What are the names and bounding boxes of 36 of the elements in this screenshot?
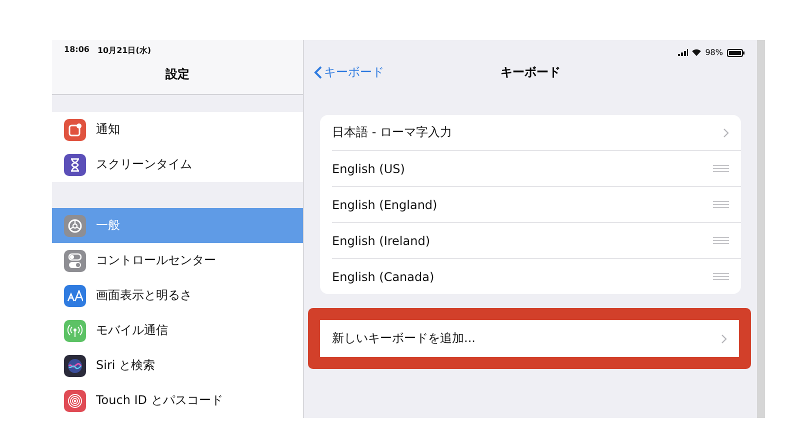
settings-item-label: Touch ID とパスコード — [96, 392, 223, 409]
keyboard-row[interactable]: English (Canada) — [332, 259, 741, 294]
keyboard-label: English (Ireland) — [332, 234, 432, 248]
settings-item-label: 画面表示と明るさ — [96, 286, 192, 304]
reorder-icon[interactable] — [713, 165, 729, 172]
settings-item-label: 一般 — [96, 217, 120, 234]
keyboard-label: English (England) — [332, 198, 438, 212]
status-date: 10月21日(水) — [97, 45, 152, 57]
keyboard-row[interactable]: English (US) — [332, 151, 741, 187]
add-keyboard-row[interactable]: 新しいキーボードを追加... — [320, 320, 739, 357]
sidebar-title: 設定 — [166, 66, 190, 83]
settings-item-label: コントロールセンター — [96, 252, 216, 268]
back-button[interactable]: キーボード — [314, 64, 384, 81]
status-time: 18:06 — [64, 45, 90, 56]
battery-icon — [727, 48, 745, 56]
chevron-icon — [721, 334, 727, 344]
settings-item-label: モバイル通信 — [96, 322, 168, 338]
back-chevron-icon — [314, 66, 322, 79]
settings-item-label: Siri と検索 — [96, 356, 156, 374]
add-keyboard-label: 新しいキーボードを追加... — [332, 330, 476, 347]
keyboard-row[interactable]: English (Ireland) — [332, 223, 741, 259]
signal-icon — [678, 49, 688, 56]
wifi-icon — [692, 49, 702, 56]
keyboard-row[interactable]: 日本語 - ローマ字入力 — [332, 115, 741, 151]
keyboard-label: 日本語 - ローマ字入力 — [332, 124, 453, 141]
settings-item-label: 通知 — [96, 120, 120, 138]
keyboard-label: English (Canada) — [332, 270, 436, 284]
reorder-icon[interactable] — [713, 273, 729, 280]
battery-percent: 98% — [705, 48, 723, 57]
keyboard-row[interactable]: English (England) — [332, 187, 741, 223]
keyboard-label: English (US) — [332, 162, 406, 176]
reorder-icon[interactable] — [713, 237, 729, 244]
settings-item-label: スクリーンタイム — [96, 156, 192, 174]
reorder-icon[interactable] — [713, 201, 729, 208]
page-title: キーボード — [500, 65, 560, 79]
chevron-icon — [723, 128, 729, 138]
